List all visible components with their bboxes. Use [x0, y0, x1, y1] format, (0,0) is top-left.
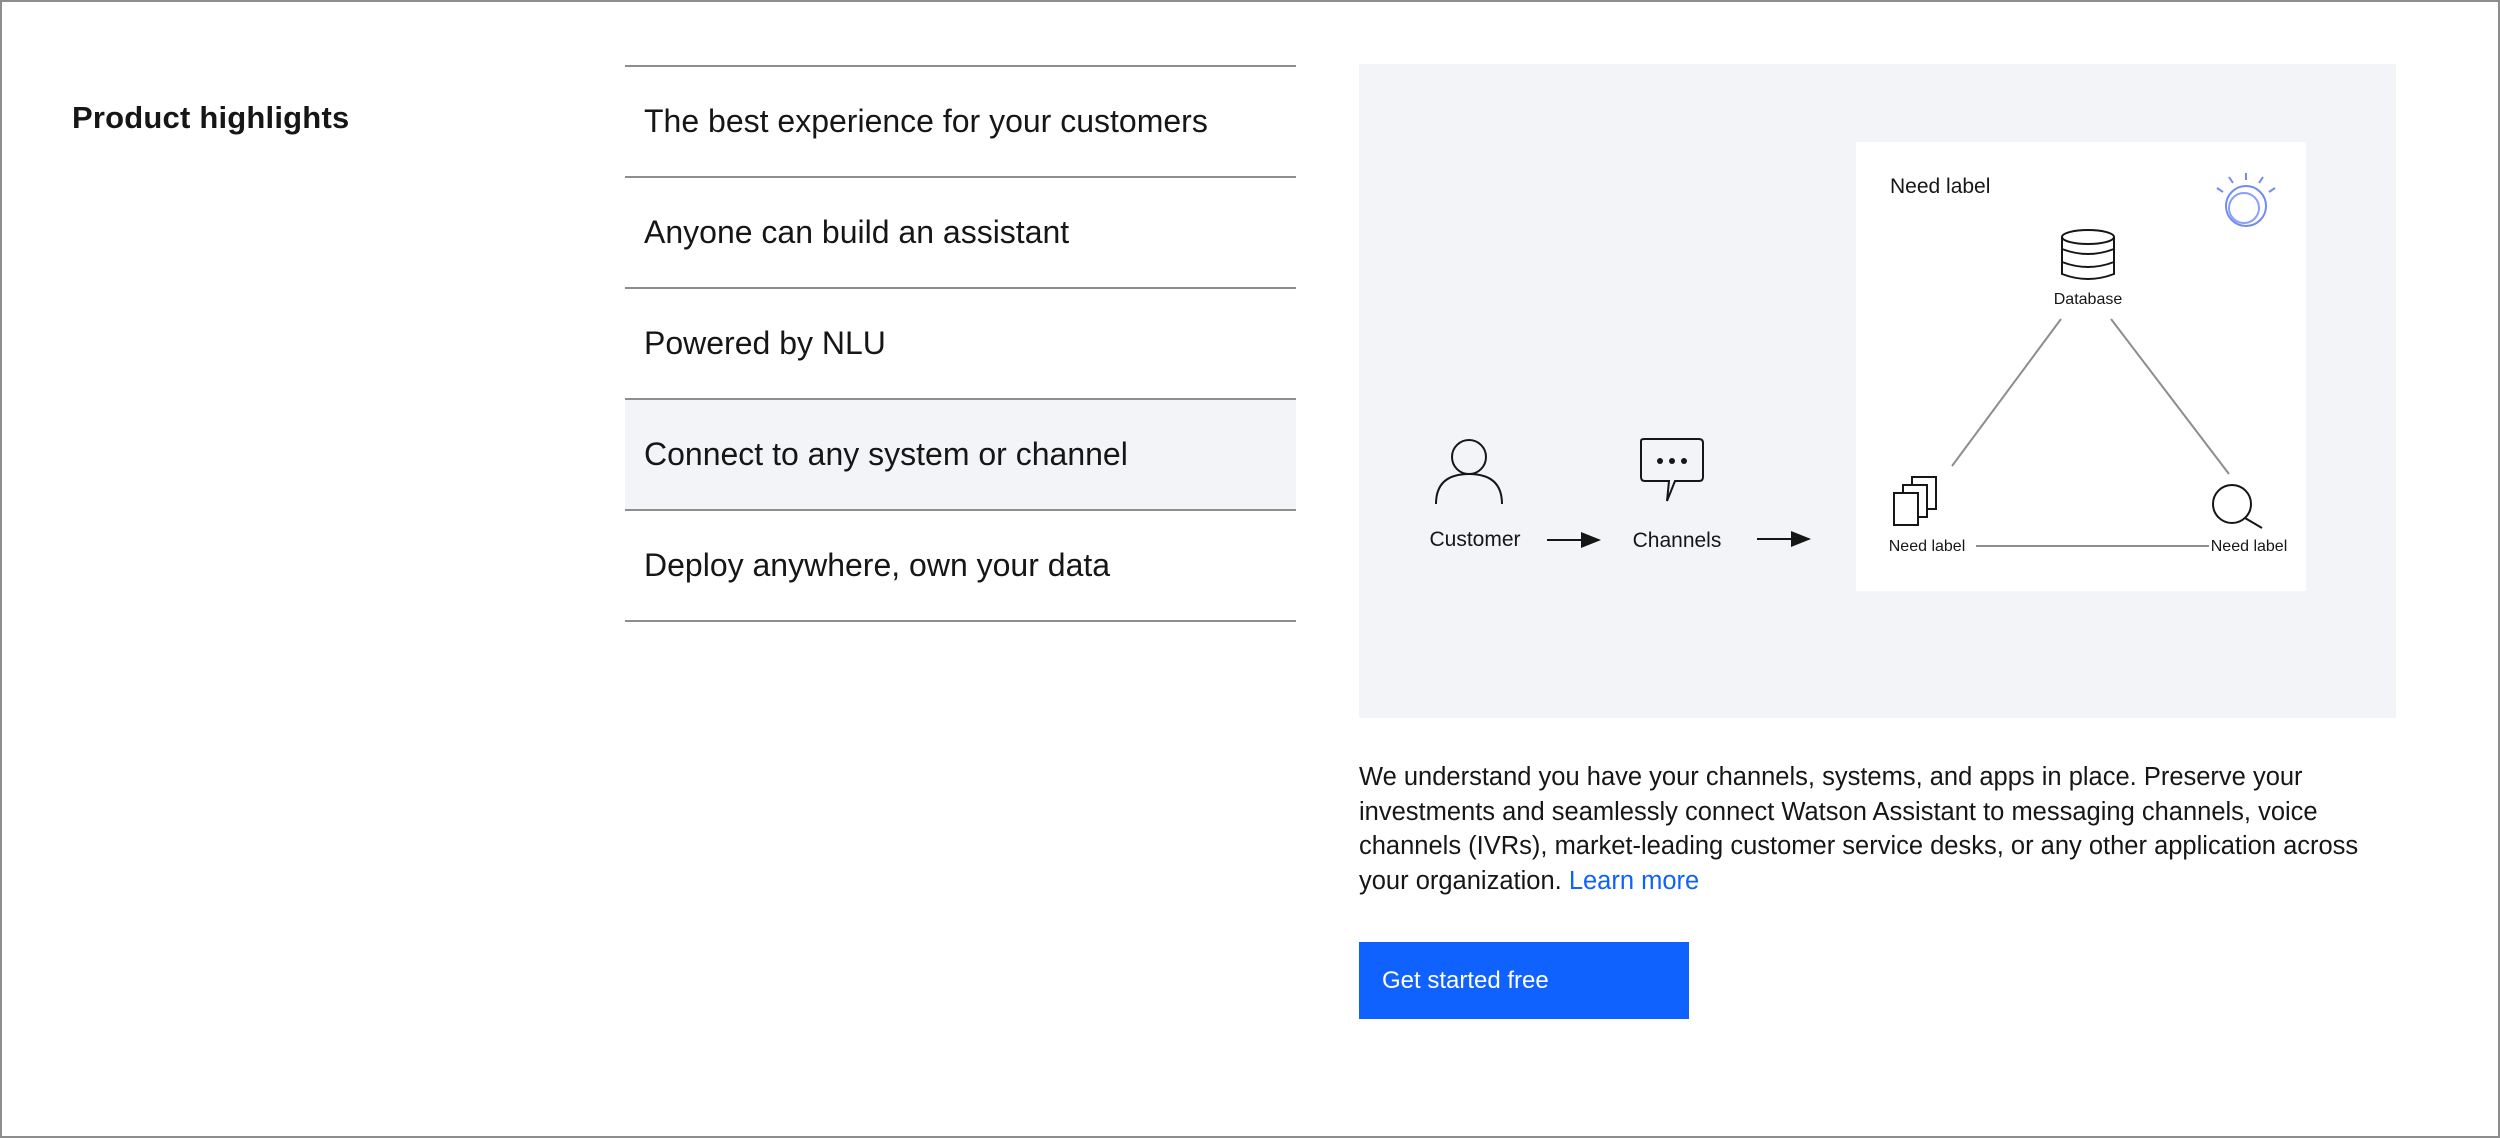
description-paragraph: We understand you have your channels, sy…: [1359, 760, 2369, 898]
architecture-card: [1856, 142, 2306, 591]
left-node-label: Need label: [1889, 538, 1966, 555]
user-icon: [1435, 439, 1503, 505]
channels-label: Channels: [1633, 529, 1722, 552]
highlight-item-best-experience[interactable]: The best experience for your customers: [625, 67, 1296, 178]
right-node-label: Need label: [2211, 538, 2288, 555]
get-started-button[interactable]: Get started free: [1359, 942, 1689, 1019]
illustration-panel: Customer Channels Need label Database Ne…: [1359, 64, 2396, 718]
section-heading: Product highlights: [72, 100, 350, 135]
database-label: Database: [2054, 291, 2123, 308]
chat-bubble-icon: [1640, 438, 1704, 502]
learn-more-link[interactable]: Learn more: [1569, 867, 1699, 895]
connect-diagram: Customer Channels Need label Database Ne…: [1429, 142, 2306, 591]
highlight-item-build-assistant[interactable]: Anyone can build an assistant: [625, 178, 1296, 289]
card-title: Need label: [1890, 175, 1990, 198]
highlights-list: The best experience for your customers A…: [625, 65, 1296, 622]
description-text: We understand you have your channels, sy…: [1359, 763, 2359, 895]
highlight-item-deploy-anywhere[interactable]: Deploy anywhere, own your data: [625, 511, 1296, 622]
highlight-item-connect-channels[interactable]: Connect to any system or channel: [625, 400, 1296, 511]
page-frame: Product highlights The best experience f…: [0, 0, 2500, 1138]
highlight-item-nlu[interactable]: Powered by NLU: [625, 289, 1296, 400]
customer-label: Customer: [1429, 528, 1520, 551]
